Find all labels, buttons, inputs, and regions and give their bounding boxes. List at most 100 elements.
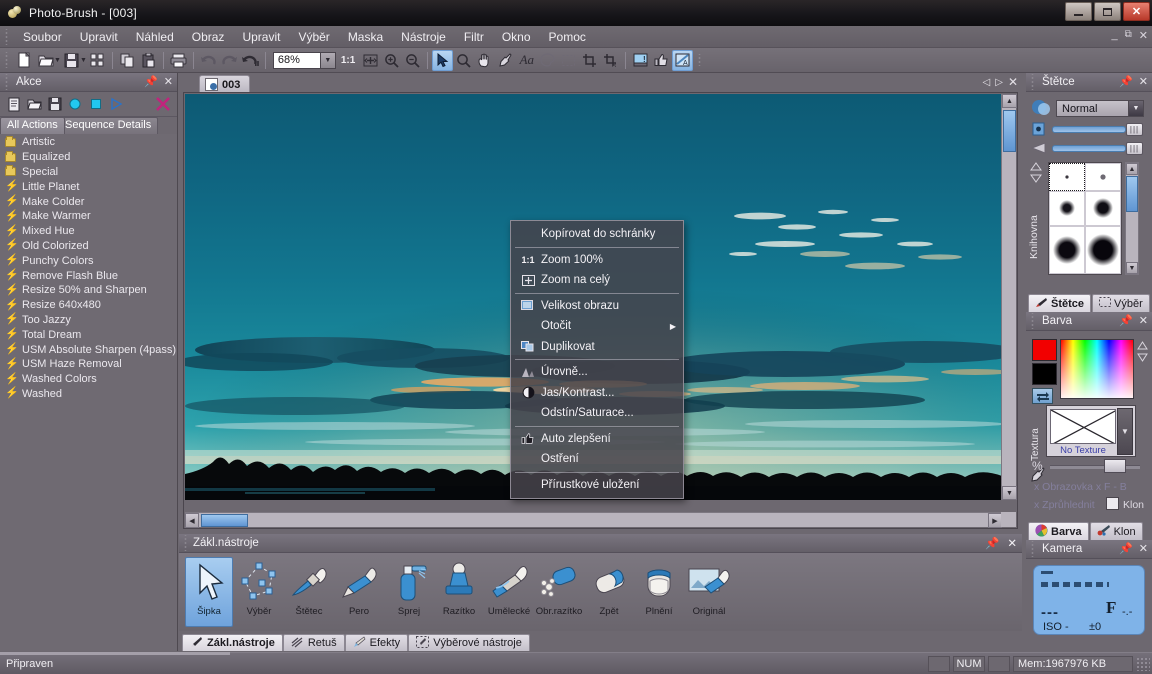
list-item[interactable]: ⚡ USM Absolute Sharpen (4pass) xyxy=(0,342,177,357)
context-menu-item-image-size[interactable]: Velikost obrazu xyxy=(511,296,683,317)
context-menu-item-brightness-contrast[interactable]: Jas/Kontrast... xyxy=(511,383,683,404)
tool-original[interactable]: Originál xyxy=(685,557,733,627)
list-item[interactable]: ⚡ Resize 50% and Sharpen xyxy=(0,283,177,298)
camera-panel-grip-icon[interactable] xyxy=(1029,541,1037,557)
context-menu-item-sharpen[interactable]: Ostření xyxy=(511,449,683,470)
actions-panel-grip-icon[interactable] xyxy=(3,74,11,90)
actions-panel-close-icon[interactable]: ✕ xyxy=(164,75,173,88)
doc-next-button[interactable]: ▷ xyxy=(995,77,1003,88)
texture-dropdown-icon[interactable]: ▼ xyxy=(1117,408,1133,455)
tool-sprej[interactable]: Sprej xyxy=(385,557,433,627)
actions-list[interactable]: Artistic Equalized Special ⚡ Little Plane… xyxy=(0,134,177,651)
chevron-down-icon[interactable]: ▼ xyxy=(1128,101,1143,116)
list-item[interactable]: ⚡ Washed Colors xyxy=(0,372,177,387)
tools-panel-close-icon[interactable]: ✕ xyxy=(1007,536,1017,550)
menu-okno[interactable]: Okno xyxy=(493,28,540,46)
color-panel-close-icon[interactable]: ✕ xyxy=(1139,314,1148,327)
scroll-up-button[interactable]: ▲ xyxy=(1126,163,1138,175)
canvas-horizontal-scrollbar[interactable]: ◀ ▶ xyxy=(185,512,1002,528)
menu-upravit[interactable]: Upravit xyxy=(71,28,127,46)
color-spectrum[interactable] xyxy=(1060,339,1134,399)
menu-upravit-2[interactable]: Upravit xyxy=(233,28,289,46)
color-panel-pin-icon[interactable]: 📌 xyxy=(1119,314,1133,327)
undo-history-icon[interactable] xyxy=(240,50,261,71)
effects-icon[interactable]: A xyxy=(672,49,694,71)
blend-mode-select[interactable]: Normal ▼ xyxy=(1056,100,1144,117)
brushes-panel-close-icon[interactable]: ✕ xyxy=(1139,75,1148,88)
marquee-icon[interactable] xyxy=(558,50,579,71)
tools-panel-grip-icon[interactable] xyxy=(182,535,190,551)
list-item[interactable]: ⚡ Make Warmer xyxy=(0,209,177,224)
context-menu-item-rotate[interactable]: Otočit ▶ xyxy=(511,316,683,337)
menu-pomoc[interactable]: Pomoc xyxy=(540,28,595,46)
tool-zpet[interactable]: Zpět xyxy=(585,557,633,627)
clone-checkbox[interactable] xyxy=(1106,497,1119,510)
brush-scroll-thumb[interactable] xyxy=(1126,176,1138,212)
tab-vyber-brush[interactable]: Výběr xyxy=(1092,294,1150,312)
new-document-icon[interactable] xyxy=(14,50,35,71)
open-file-icon[interactable] xyxy=(35,50,56,71)
menu-grip-icon[interactable] xyxy=(3,28,11,45)
context-menu-item-zoom-100[interactable]: 1:1 Zoom 100% xyxy=(511,250,683,271)
opacity-slider-track[interactable] xyxy=(1050,465,1140,469)
print-icon[interactable] xyxy=(168,50,189,71)
list-item[interactable]: ⚡ Resize 640x480 xyxy=(0,298,177,313)
list-item[interactable]: ⚡ Punchy Colors xyxy=(0,253,177,268)
tab-vyberove-nastroje[interactable]: Výběrové nástroje xyxy=(408,634,530,651)
tab-efekty[interactable]: Efekty xyxy=(344,634,409,651)
redo-icon[interactable] xyxy=(219,50,240,71)
toolbar-overflow-icon[interactable] xyxy=(696,54,705,66)
tool-plneni[interactable]: Plnění xyxy=(635,557,683,627)
scroll-down-button[interactable]: ▼ xyxy=(1002,486,1017,500)
list-item[interactable]: ⚡ USM Haze Removal xyxy=(0,357,177,372)
context-menu-item-copy-to-clipboard[interactable]: Kopírovat do schránky xyxy=(511,224,683,245)
mdi-restore-button[interactable]: ⧉ xyxy=(1125,29,1132,42)
list-item[interactable]: ⚡ Too Jazzy xyxy=(0,313,177,328)
context-menu-item-incremental-save[interactable]: Přírustkové uložení xyxy=(511,475,683,496)
tool-obr-razitko[interactable]: Obr.razítko xyxy=(535,557,583,627)
scroll-right-button[interactable]: ▶ xyxy=(988,513,1002,528)
context-menu-item-duplicate[interactable]: Duplikovat xyxy=(511,337,683,358)
doc-close-button[interactable]: ✕ xyxy=(1008,75,1018,89)
zoom-dropdown-icon[interactable]: ▼ xyxy=(320,51,336,69)
thumbnails-icon[interactable] xyxy=(87,50,108,71)
window-resize-grip[interactable] xyxy=(1136,656,1150,671)
library-spinner[interactable] xyxy=(1029,162,1043,184)
brush-size-slider-handle[interactable]: ||| xyxy=(1126,123,1143,136)
tool-pero[interactable]: Pero xyxy=(335,557,383,627)
save-action-icon[interactable] xyxy=(46,94,64,115)
brushes-panel-pin-icon[interactable]: 📌 xyxy=(1119,75,1133,88)
tool-vyber[interactable]: Výběr xyxy=(235,557,283,627)
hand-tool-icon[interactable] xyxy=(474,50,495,71)
menu-nahled[interactable]: Náhled xyxy=(127,28,183,46)
scroll-left-button[interactable]: ◀ xyxy=(185,513,199,528)
list-item[interactable]: ⚡ Total Dream xyxy=(0,327,177,342)
tab-zakl-nastroje[interactable]: Zákl.nástroje xyxy=(182,634,283,651)
text-tool-icon[interactable]: Aa xyxy=(516,50,537,71)
scroll-up-button[interactable]: ▲ xyxy=(1002,94,1017,108)
brush-preset-3[interactable] xyxy=(1049,190,1085,227)
pointer-tool-icon[interactable] xyxy=(432,49,454,71)
swap-colors-icon[interactable] xyxy=(1032,388,1053,404)
list-item[interactable]: Artistic xyxy=(0,135,177,150)
undo-icon[interactable] xyxy=(198,50,219,71)
brush-opacity-slider-handle[interactable]: ||| xyxy=(1126,142,1143,155)
new-action-icon[interactable] xyxy=(5,94,23,115)
doc-prev-button[interactable]: ◁ xyxy=(983,77,991,88)
opacity-slider-handle[interactable] xyxy=(1104,459,1126,473)
tool-sipka[interactable]: Šipka xyxy=(185,557,233,627)
stop-icon[interactable] xyxy=(87,94,105,115)
brush-opacity-slider[interactable] xyxy=(1052,145,1126,152)
minimize-button[interactable] xyxy=(1065,2,1092,21)
scroll-down-button[interactable]: ▼ xyxy=(1126,262,1138,274)
context-menu-item-auto-enhance[interactable]: Auto zlepšení xyxy=(511,429,683,450)
menu-filtr[interactable]: Filtr xyxy=(455,28,493,46)
tab-all-actions[interactable]: All Actions xyxy=(0,117,65,134)
brush-preset-4[interactable] xyxy=(1085,190,1121,227)
tool-razitko[interactable]: Razítko xyxy=(435,557,483,627)
color-panel-grip-icon[interactable] xyxy=(1029,313,1037,329)
brush-preset-6[interactable] xyxy=(1085,226,1121,274)
palette-icon[interactable] xyxy=(537,50,558,71)
camera-panel-pin-icon[interactable]: 📌 xyxy=(1119,542,1133,555)
brush-size-slider[interactable] xyxy=(1052,126,1126,133)
